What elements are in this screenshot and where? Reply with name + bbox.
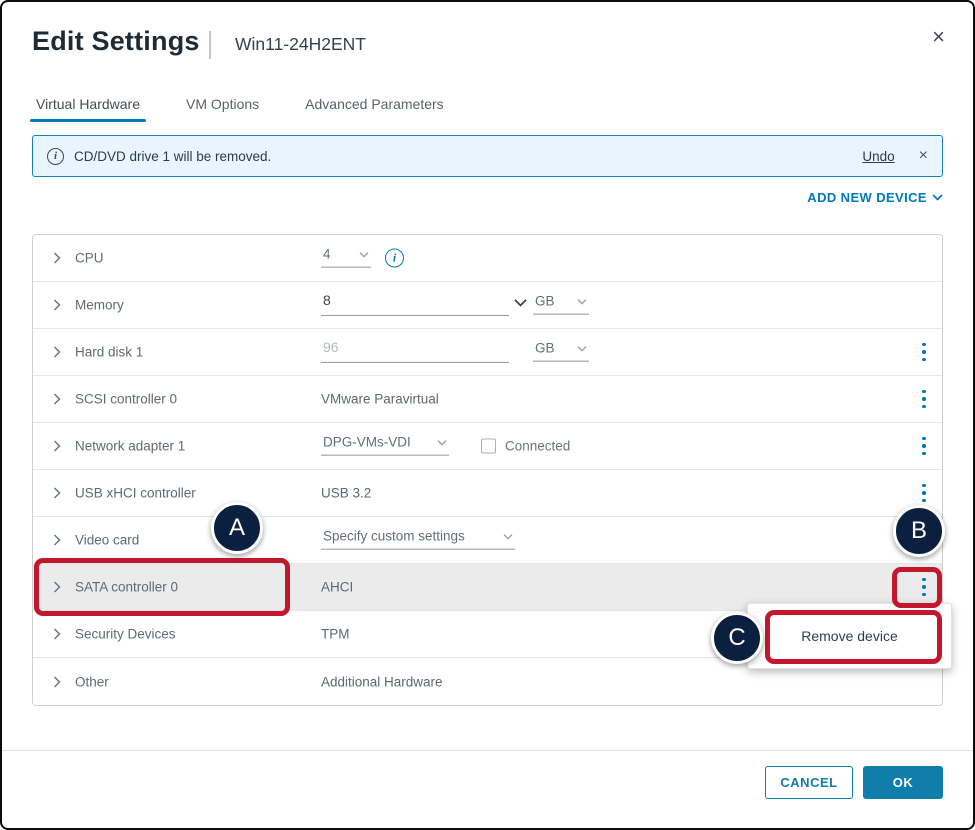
expand-chevron-icon[interactable] [53,581,65,593]
disk-unit-value: GB [535,341,555,356]
row-usb-xhci-controller: USB xHCI controller USB 3.2 [33,470,942,517]
row-network-adapter-1: Network adapter 1 DPG-VMs-VDI Connected [33,423,942,470]
expand-chevron-icon[interactable] [53,299,65,311]
row-cpu: CPU 4 i [33,235,942,282]
chevron-down-icon [932,194,943,201]
annotation-badge-a: A [211,502,263,554]
add-new-device-label: ADD NEW DEVICE [807,190,927,205]
memory-unit-select[interactable]: GB [533,292,589,315]
expand-chevron-icon[interactable] [53,252,65,264]
kebab-menu-icon[interactable] [917,342,931,362]
close-icon[interactable]: × [932,26,945,48]
add-new-device-button[interactable]: ADD NEW DEVICE [807,190,943,205]
memory-unit-value: GB [535,294,555,309]
row-label: CPU [75,251,104,266]
row-video-card: Video card Specify custom settings [33,517,942,564]
tab-advanced-parameters[interactable]: Advanced Parameters [301,92,448,122]
page-title: Edit Settings [32,26,200,57]
disk-size-value: 96 [323,339,339,355]
cpu-count-select[interactable]: 4 [321,245,371,268]
row-memory: Memory 8 GB [33,282,942,329]
annotation-badge-b: B [893,505,945,557]
row-label: USB xHCI controller [75,486,196,501]
row-label: Network adapter 1 [75,439,185,454]
network-select[interactable]: DPG-VMs-VDI [321,433,449,456]
row-label: Hard disk 1 [75,345,143,360]
expand-chevron-icon[interactable] [53,628,65,640]
row-label: Memory [75,298,124,313]
context-menu: Remove device [747,603,952,669]
annotation-badge-c: C [711,612,763,664]
cpu-info-icon[interactable]: i [385,249,404,268]
video-settings-select[interactable]: Specify custom settings [321,527,515,550]
row-value: AHCI [321,580,353,595]
banner-close-icon[interactable]: × [919,147,928,165]
row-label: SATA controller 0 [75,580,178,595]
expand-chevron-icon[interactable] [53,676,65,688]
row-value: Additional Hardware [321,674,443,689]
sata-kebab-menu-icon[interactable] [917,577,931,597]
expand-chevron-icon[interactable] [53,440,65,452]
info-icon: i [47,148,64,165]
network-value: DPG-VMs-VDI [323,435,411,450]
expand-chevron-icon[interactable] [53,393,65,405]
kebab-menu-icon[interactable] [917,436,931,456]
row-value: VMware Paravirtual [321,392,439,407]
undo-link[interactable]: Undo [862,149,894,164]
connected-checkbox[interactable] [481,439,496,454]
memory-size-value: 8 [323,292,331,308]
row-value: TPM [321,627,350,642]
ok-button[interactable]: OK [863,766,943,799]
cpu-count-value: 4 [323,247,331,262]
expand-chevron-icon[interactable] [53,346,65,358]
row-label: SCSI controller 0 [75,392,177,407]
kebab-menu-icon[interactable] [917,389,931,409]
tab-virtual-hardware[interactable]: Virtual Hardware [32,92,144,122]
vm-name: Win11-24H2ENT [235,34,366,55]
footer-divider [2,750,973,751]
tab-vm-options[interactable]: VM Options [182,92,263,122]
kebab-menu-icon[interactable] [917,483,931,503]
banner-message: CD/DVD drive 1 will be removed. [74,149,271,164]
cancel-button[interactable]: CANCEL [765,766,853,799]
tab-bar: Virtual Hardware VM Options Advanced Par… [32,92,448,122]
title-separator [209,31,211,59]
row-hard-disk-1: Hard disk 1 96 GB [33,329,942,376]
row-scsi-controller-0: SCSI controller 0 VMware Paravirtual [33,376,942,423]
remove-device-menu-item[interactable]: Remove device [801,628,898,644]
row-label: Other [75,674,109,689]
info-banner: i CD/DVD drive 1 will be removed. Undo × [32,135,943,177]
connected-label: Connected [505,439,570,454]
row-value: USB 3.2 [321,486,371,501]
memory-size-input[interactable]: 8 [321,290,509,316]
edit-settings-dialog: Edit Settings Win11-24H2ENT × Virtual Ha… [0,0,975,830]
expand-chevron-icon[interactable] [53,534,65,546]
expand-chevron-icon[interactable] [53,487,65,499]
disk-unit-select[interactable]: GB [533,339,589,362]
row-label: Security Devices [75,627,176,642]
memory-dropdown-chevron-icon[interactable] [514,294,527,312]
disk-size-input[interactable]: 96 [321,337,509,363]
video-settings-value: Specify custom settings [323,529,465,544]
row-label: Video card [75,533,139,548]
